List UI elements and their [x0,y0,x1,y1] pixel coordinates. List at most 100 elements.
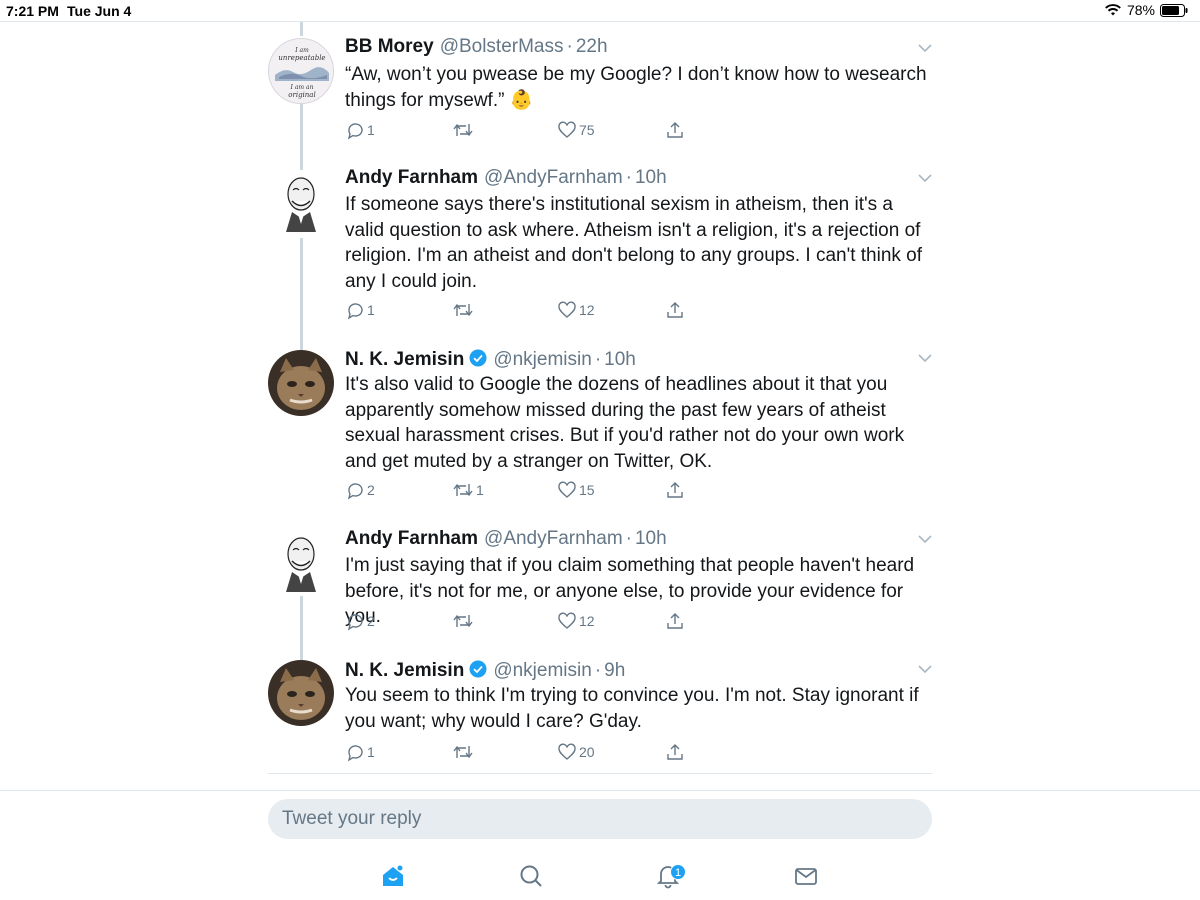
battery-percent: 78% [1126,2,1155,18]
tweet-time[interactable]: 10h [635,528,667,550]
author-name[interactable]: N. K. Jemisin [345,349,464,371]
tab-messages[interactable] [784,858,828,898]
reply-count: 1 [367,122,375,138]
retweet-button[interactable] [452,120,476,140]
reply-icon [345,300,365,320]
author-name[interactable]: BB Morey [345,36,434,58]
status-bar: 7:21 PM Tue Jun 4 78% [0,0,1200,22]
tweet-header: Andy Farnham @AndyFarnham · 10h [345,528,667,550]
status-date: Tue Jun 4 [67,3,132,19]
author-name[interactable]: Andy Farnham [345,167,478,189]
retweet-button[interactable] [452,300,476,320]
wifi-icon [1104,3,1122,17]
thread-bottom-divider [268,773,932,774]
tweet-time[interactable]: 10h [604,349,636,371]
separator-dot: · [594,349,602,370]
like-button[interactable]: 20 [557,742,595,762]
share-icon [665,480,685,500]
reply-count: 1 [367,744,375,760]
reply-input[interactable] [268,799,932,839]
home-icon [380,863,406,894]
reply-button[interactable]: 2 [345,611,375,631]
status-right: 78% [1104,2,1188,18]
reply-button[interactable]: 2 [345,480,375,500]
chevron-down-icon[interactable] [916,169,934,187]
author-handle[interactable]: @nkjemisin [493,349,591,371]
author-name[interactable]: Andy Farnham [345,528,478,550]
share-button[interactable] [665,480,685,500]
tweet-text: “Aw, won’t you pwease be my Google? I do… [345,64,927,111]
reply-icon [345,480,365,500]
reply-button[interactable]: 1 [345,120,375,140]
retweet-icon [452,480,474,500]
heart-icon [557,120,577,140]
like-count: 12 [579,613,595,629]
cat-avatar[interactable] [268,350,334,416]
tweet-text: It's also valid to Google the dozens of … [345,374,905,472]
retweet-icon [452,120,474,140]
reply-count: 2 [367,613,375,629]
tweet-actions: 1 20 [345,742,765,764]
like-button[interactable]: 75 [557,120,595,140]
heart-icon [557,611,577,631]
tweet-actions: 2 1 15 [345,480,765,502]
avatar-text: I am [294,47,309,54]
share-button[interactable] [665,120,685,140]
tweet-actions: 1 75 [345,120,765,142]
reply-icon [345,120,365,140]
author-handle[interactable]: @AndyFarnham [484,167,623,189]
share-button[interactable] [665,742,685,762]
tweet-actions: 2 12 [345,611,765,633]
like-count: 12 [579,302,595,318]
author-name[interactable]: N. K. Jemisin [345,660,464,682]
share-button[interactable] [665,611,685,631]
heart-icon [557,300,577,320]
chevron-down-icon[interactable] [916,349,934,367]
reply-icon [345,742,365,762]
verified-badge-icon [469,660,487,684]
retweet-icon [452,611,474,631]
reply-composer[interactable] [268,799,932,839]
like-button[interactable]: 12 [557,611,595,631]
reply-button[interactable]: 1 [345,742,375,762]
bottom-tab-bar: 1 [0,850,1200,900]
cat-avatar[interactable] [268,660,334,726]
reply-count: 2 [367,482,375,498]
caricature-avatar[interactable] [268,530,334,596]
tweet-text: You seem to think I'm trying to convince… [345,685,919,732]
retweet-button[interactable] [452,611,476,631]
share-icon [665,300,685,320]
tweet-time[interactable]: 22h [576,36,608,58]
thread-line [300,238,303,350]
tab-search[interactable] [509,858,553,898]
tab-home[interactable] [371,858,415,898]
original-quote-avatar[interactable]: I am unrepeatable I am an original [268,38,334,104]
status-divider [0,21,1200,22]
share-icon [665,742,685,762]
like-button[interactable]: 12 [557,300,595,320]
chevron-down-icon[interactable] [916,39,934,57]
chevron-down-icon[interactable] [916,530,934,548]
caricature-avatar[interactable] [268,170,334,236]
tweet-time[interactable]: 9h [604,660,625,682]
chevron-down-icon[interactable] [916,660,934,678]
tweet-time[interactable]: 10h [635,167,667,189]
tweet-header: BB Morey @BolsterMass · 22h [345,36,608,58]
thread-line [300,22,303,36]
retweet-button[interactable]: 1 [452,480,484,500]
composer-divider [0,790,1200,791]
author-handle[interactable]: @AndyFarnham [484,528,623,550]
reply-button[interactable]: 1 [345,300,375,320]
reply-count: 1 [367,302,375,318]
retweet-button[interactable] [452,742,476,762]
author-handle[interactable]: @nkjemisin [493,660,591,682]
share-button[interactable] [665,300,685,320]
envelope-icon [793,863,819,894]
reply-icon [345,611,365,631]
like-button[interactable]: 15 [557,480,595,500]
battery-icon [1160,3,1188,17]
author-handle[interactable]: @BolsterMass [440,36,564,58]
tab-notifications[interactable]: 1 [646,858,690,898]
heart-icon [557,742,577,762]
separator-dot: · [625,528,632,549]
